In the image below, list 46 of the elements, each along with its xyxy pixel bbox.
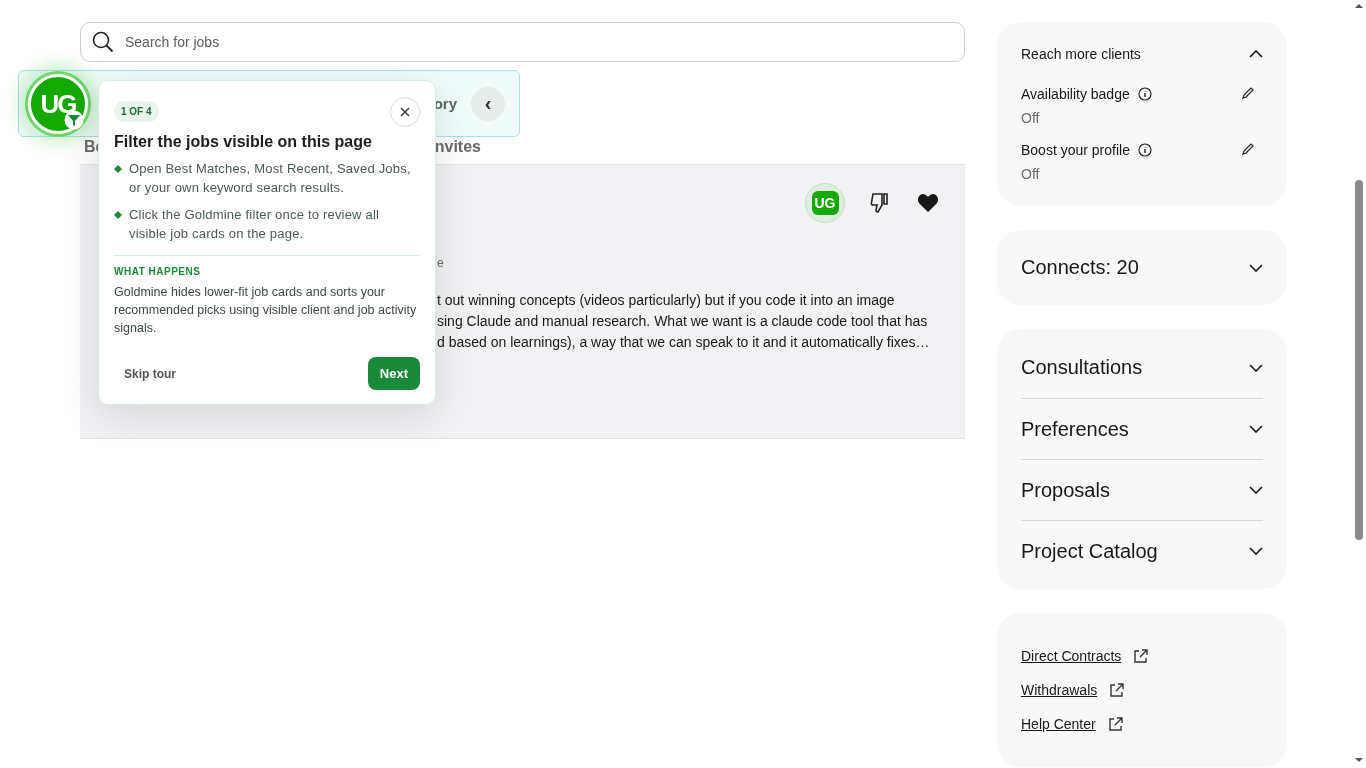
section-title[interactable]: Project Catalog: [1021, 539, 1158, 563]
section-title[interactable]: Proposals: [1021, 478, 1110, 502]
setting-label: Boost your profile: [1021, 142, 1130, 158]
next-button[interactable]: Next: [367, 357, 420, 390]
collapse-button[interactable]: ‹: [471, 86, 505, 121]
job-description-line: t out winning concepts (videos particularly) but if you code it into an image: [437, 291, 895, 310]
tour-bullet: Click the Goldmine filter once to review all visible job cards on the page.: [129, 206, 381, 243]
close-button[interactable]: [390, 97, 420, 127]
job-description-line: sing Claude and manual research. What we want is a claude code tool that has: [437, 312, 928, 331]
info-icon[interactable]: [1137, 143, 1152, 157]
search-icon: [92, 31, 114, 53]
chevron-down-icon[interactable]: [1249, 425, 1263, 433]
section-label: WHAT HAPPENS: [114, 266, 202, 277]
tour-bullet: Open Best Matches, Most Recent, Saved Jobs, or your own keyword search results.: [129, 160, 412, 197]
external-link-icon[interactable]: [1107, 716, 1123, 732]
tab[interactable]: nvites: [434, 138, 481, 160]
setting-value: Off: [1021, 110, 1041, 126]
diamond-icon: [114, 211, 122, 219]
diamond-icon: [114, 165, 122, 173]
chevron-up-icon[interactable]: [1249, 50, 1263, 58]
setting-value: Off: [1021, 166, 1041, 182]
chevron-down-icon[interactable]: [1249, 363, 1263, 372]
step-badge: 1 OF 4: [114, 101, 159, 122]
job-description-line: d based on learnings), a way that we can speak to it and it automatically fixes…: [437, 333, 930, 352]
section-text: Goldmine hides lower-fit job cards and sorts your recommended picks using visible client and job activity signals.: [114, 284, 418, 337]
section-title[interactable]: Preferences: [1021, 417, 1129, 441]
sidebar-link[interactable]: Help Center: [1021, 716, 1096, 732]
sidebar-link[interactable]: Withdrawals: [1021, 682, 1098, 698]
chevron-down-icon[interactable]: [1249, 486, 1263, 494]
close-icon: [400, 107, 410, 117]
section-title[interactable]: Consultations: [1021, 356, 1143, 379]
panel-title: Connects: 20: [1021, 256, 1139, 279]
job-meta-text: e: [437, 256, 444, 270]
search-field[interactable]: Search for jobs: [80, 22, 965, 62]
pencil-icon[interactable]: [1241, 142, 1255, 156]
external-link-icon[interactable]: [1133, 648, 1149, 664]
chevron-down-icon[interactable]: [1249, 547, 1263, 555]
tour-title: Filter the jobs visible on this page: [114, 133, 373, 151]
chevron-down-icon[interactable]: [1249, 263, 1263, 272]
pencil-icon[interactable]: [1241, 86, 1255, 100]
external-link-icon[interactable]: [1109, 682, 1125, 698]
info-icon[interactable]: [1137, 87, 1152, 101]
setting-label: Availability badge: [1021, 86, 1130, 102]
sidebar-link[interactable]: Direct Contracts: [1021, 648, 1122, 664]
skip-tour-button[interactable]: Skip tour: [114, 362, 186, 385]
panel-title: Reach more clients: [1021, 46, 1141, 62]
